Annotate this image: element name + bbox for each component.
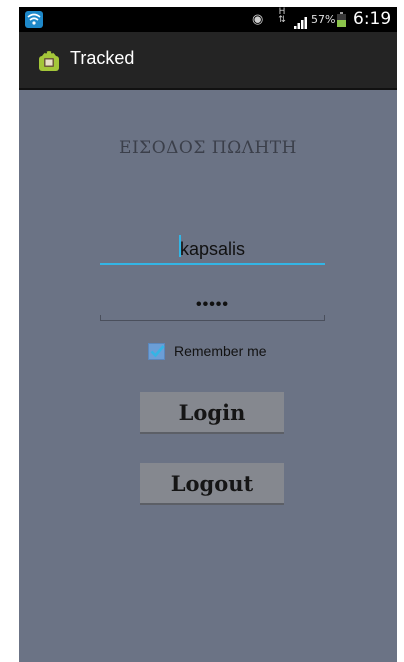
status-bar: ◉ H ⇅ 57% 6:19 [19, 7, 397, 32]
wifi-icon [25, 11, 43, 28]
password-underline-tick [324, 315, 325, 321]
password-underline-tick [100, 315, 101, 321]
username-underline [100, 263, 325, 265]
eye-icon: ◉ [252, 12, 264, 27]
form-title: ΕΙΣΟΔΟΣ ΠΩΛΗΤΗ [119, 138, 297, 158]
hspa-plus-icon: H ⇅ [278, 7, 286, 25]
hspa-label: H [278, 7, 286, 17]
password-field-wrapper [100, 289, 325, 321]
text-cursor [179, 235, 181, 257]
username-field-wrapper [100, 233, 325, 265]
login-button[interactable]: Login [140, 392, 284, 434]
battery-icon [337, 12, 346, 27]
signal-icon [294, 14, 308, 33]
remember-me-label: Remember me [174, 343, 267, 359]
battery-percent: 57% [311, 13, 336, 26]
username-field[interactable] [100, 233, 325, 265]
logout-button[interactable]: Logout [140, 463, 284, 505]
action-bar: Tracked [19, 32, 397, 90]
password-field[interactable] [100, 289, 325, 321]
phone-screen: ◉ H ⇅ 57% 6:19 Tracked ΕΙΣΟΔΟΣ ΠΩΛΗΤΗ ka… [19, 7, 397, 662]
clock: 6:19 [353, 9, 392, 29]
remember-me-checkbox[interactable] [148, 343, 165, 360]
android-app-icon[interactable] [37, 47, 61, 73]
app-title: Tracked [70, 48, 135, 68]
password-underline [100, 320, 325, 321]
